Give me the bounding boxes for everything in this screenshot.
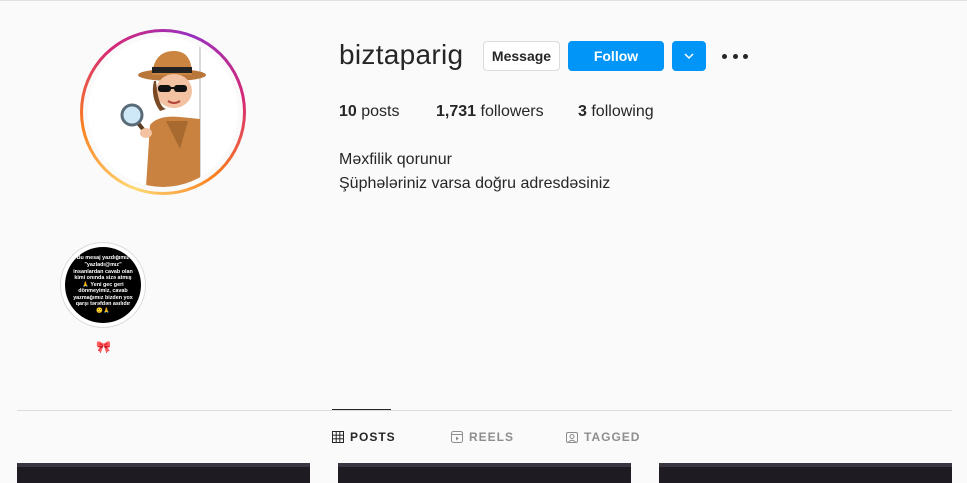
- story-highlight[interactable]: Bu mesaj yazdığımız "yazladı@mız" insanl…: [60, 242, 146, 328]
- top-border: [0, 0, 967, 1]
- follow-button[interactable]: Follow: [568, 41, 664, 71]
- post-thumbnail[interactable]: [338, 463, 631, 483]
- tagged-icon: [566, 432, 578, 443]
- highlight-label: 🎀: [96, 340, 111, 354]
- tab-reels[interactable]: REELS: [451, 430, 514, 444]
- bio-line: Məxfilik qorunur: [339, 151, 452, 168]
- message-button[interactable]: Message: [483, 41, 560, 71]
- highlight-cover: Bu mesaj yazdığımız "yazladı@mız" insanl…: [65, 247, 141, 323]
- suggested-dropdown-button[interactable]: [672, 41, 706, 71]
- active-tab-indicator: [332, 409, 391, 410]
- followers-stat[interactable]: 1,731 followers: [436, 103, 544, 121]
- grid-icon: [332, 431, 344, 443]
- profile-bio: Məxfilik qorunur Şüphələriniz varsa doğr…: [339, 148, 610, 196]
- tab-tagged[interactable]: TAGGED: [566, 430, 640, 444]
- post-thumbnail[interactable]: [659, 463, 952, 483]
- more-options-icon[interactable]: [722, 46, 748, 66]
- detective-avatar-image: [88, 37, 238, 187]
- profile-avatar[interactable]: [80, 29, 246, 195]
- posts-stat: 10 posts: [339, 103, 400, 120]
- following-stat[interactable]: 3 following: [578, 103, 654, 121]
- tab-posts[interactable]: POSTS: [332, 430, 396, 444]
- reels-icon: [451, 431, 463, 443]
- post-thumbnail[interactable]: [17, 463, 310, 483]
- username: biztaparig: [339, 39, 464, 70]
- bio-line: Şüphələriniz varsa doğru adresdəsiniz: [339, 175, 611, 192]
- tabs-divider: [17, 410, 952, 411]
- chevron-down-icon: [684, 53, 694, 60]
